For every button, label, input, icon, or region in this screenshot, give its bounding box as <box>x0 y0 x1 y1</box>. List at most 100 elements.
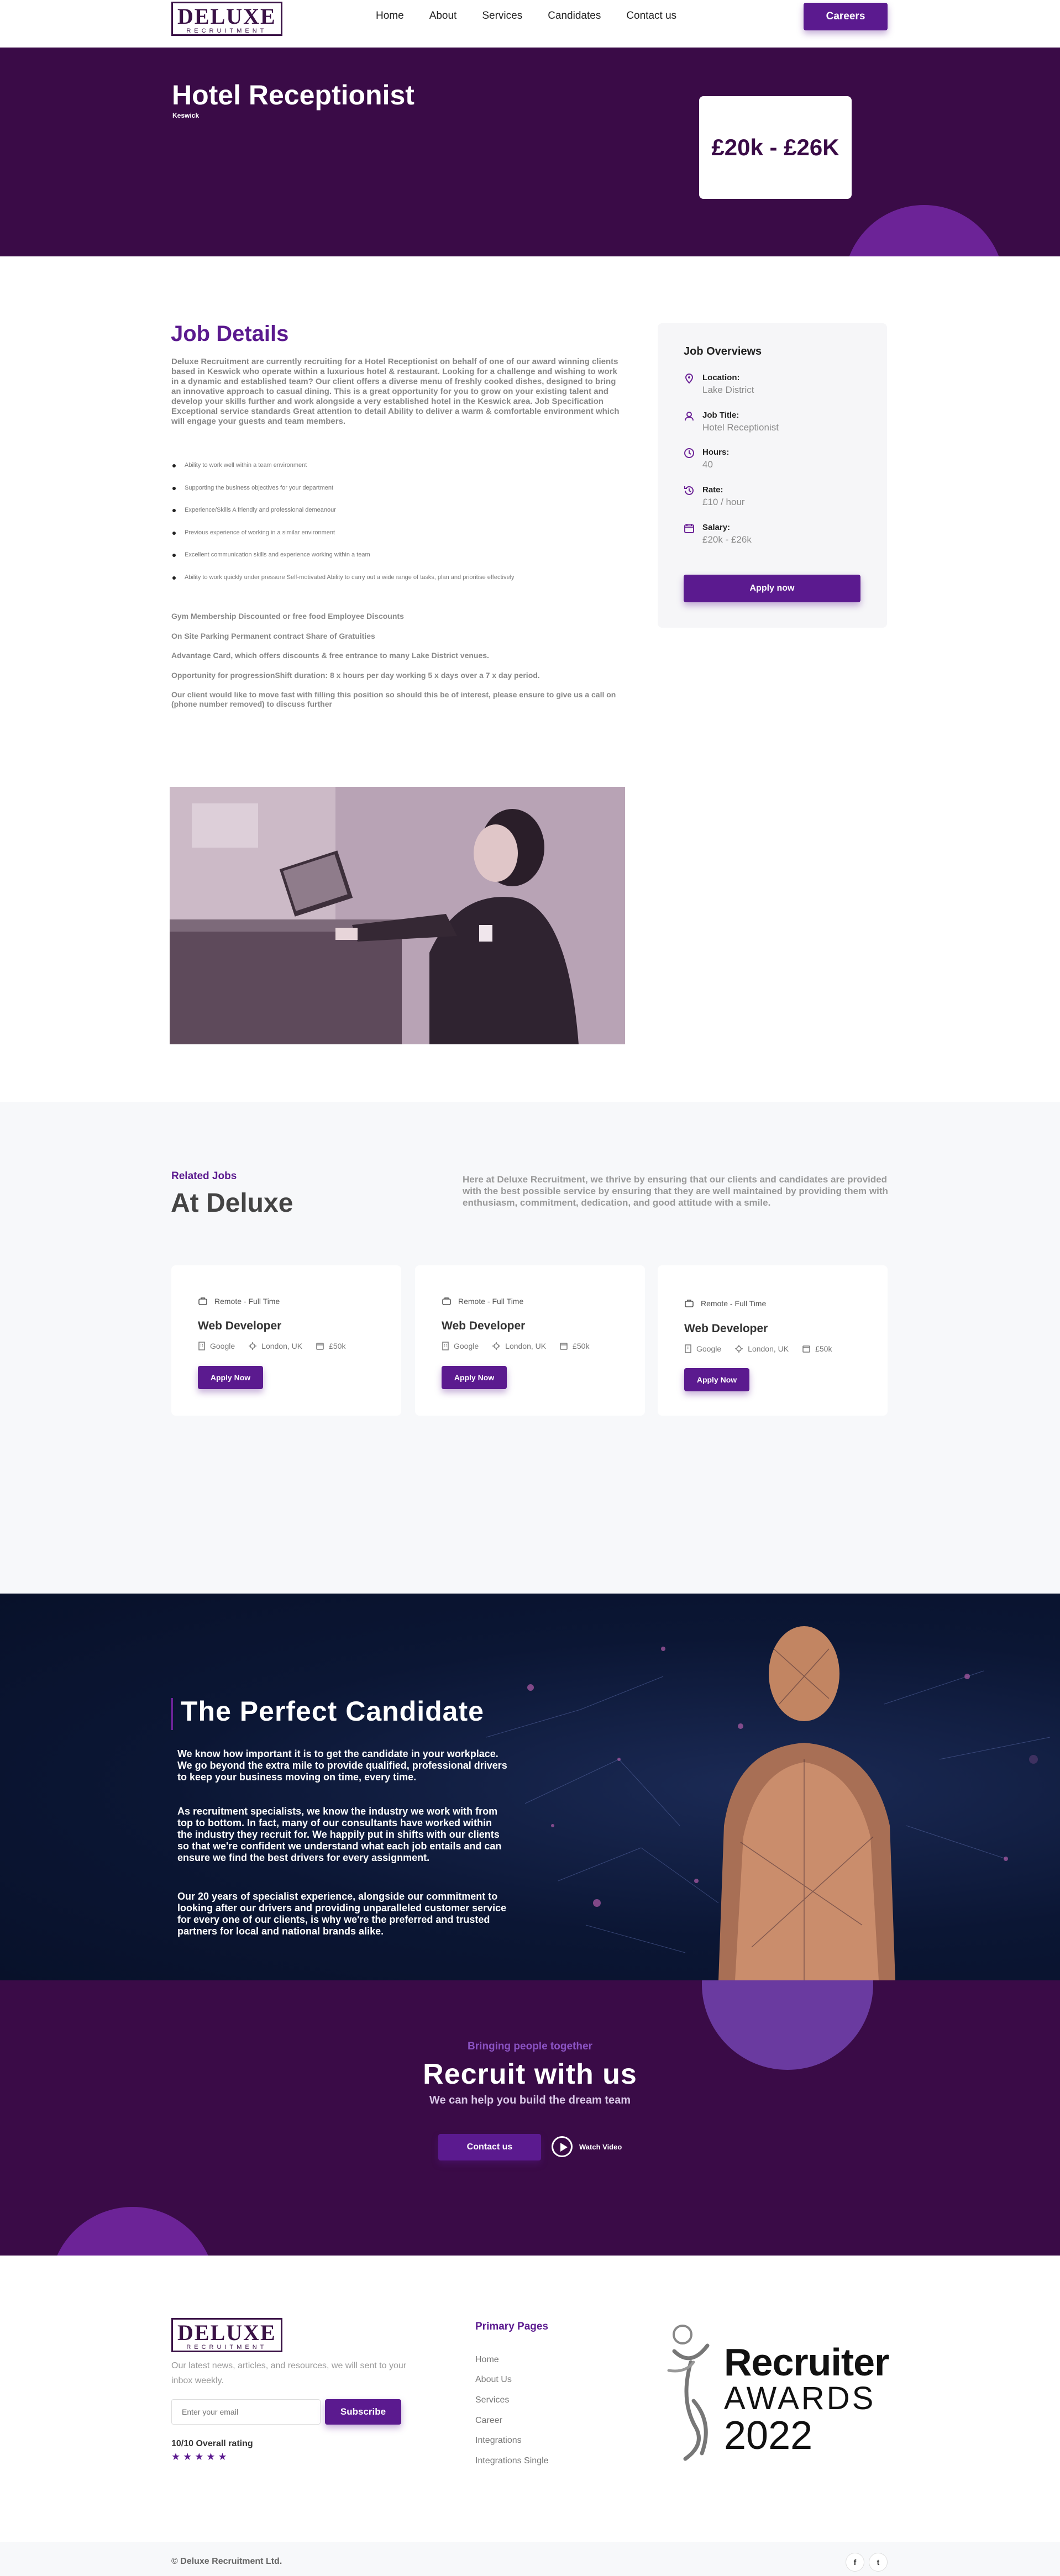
list-item: Excellent communication skills and exper… <box>171 551 630 574</box>
job-salary: £50k <box>316 1342 345 1350</box>
nav-services[interactable]: Services <box>482 10 522 22</box>
list-item: Supporting the business objectives for y… <box>171 485 630 507</box>
candidate-paragraph: We know how important it is to get the c… <box>177 1748 507 1783</box>
benefits-text: On Site Parking Permanent contract Share… <box>171 632 375 640</box>
job-requirements-list: Ability to work well within a team envir… <box>171 462 630 596</box>
job-card-title[interactable]: Web Developer <box>684 1322 768 1336</box>
recruit-subtitle: We can help you build the dream team <box>429 2094 631 2106</box>
careers-button[interactable]: Careers <box>804 3 888 30</box>
overview-heading: Job Overviews <box>684 345 762 358</box>
footer-link-home[interactable]: Home <box>475 2355 499 2365</box>
twitter-icon[interactable]: t <box>869 2553 888 2572</box>
recruit-kicker: Bringing people together <box>468 2041 592 2052</box>
briefcase-icon <box>685 1300 694 1307</box>
job-card[interactable]: Remote - Full Time Web Developer Google … <box>415 1265 645 1416</box>
history-icon <box>684 486 694 495</box>
salary-card: £20k - £26K <box>699 96 852 199</box>
trophy-figure-icon <box>667 2325 710 2461</box>
subscribe-button[interactable]: Subscribe <box>325 2399 401 2425</box>
company-name: Google <box>454 1342 479 1350</box>
email-field[interactable] <box>171 2399 321 2425</box>
job-card-meta: Google London, UK £50k <box>198 1342 345 1350</box>
watch-video-link[interactable]: Watch Video <box>552 2136 622 2157</box>
job-location: London, UK <box>248 1342 302 1350</box>
contact-note: Our client would like to move fast with … <box>171 690 616 708</box>
job-details-heading: Job Details <box>171 322 289 346</box>
user-icon <box>685 412 694 421</box>
apply-now-button[interactable]: Apply now <box>684 575 860 602</box>
star-rating-icons: ★★★★★ <box>171 2451 230 2462</box>
logo-text: DELUXE <box>177 4 276 29</box>
accent-bar <box>171 1698 173 1730</box>
job-company: Google <box>442 1342 479 1350</box>
decorative-circle <box>50 2207 216 2256</box>
overview-value: £10 / hour <box>702 497 745 507</box>
job-overview-panel: Job Overviews Location: Lake District Jo… <box>658 323 887 628</box>
footer-link-integrations[interactable]: Integrations <box>475 2436 522 2446</box>
footer-link-about[interactable]: About Us <box>475 2375 512 2385</box>
award-awards-text: AWARDS <box>724 2380 876 2416</box>
job-intro-text: Deluxe Recruitment are currently recruit… <box>171 357 620 426</box>
footer-link-career[interactable]: Career <box>475 2416 502 2426</box>
calendar-icon <box>802 1345 810 1353</box>
nav-home[interactable]: Home <box>376 10 404 22</box>
footer-link-services[interactable]: Services <box>475 2395 509 2405</box>
building-icon <box>198 1342 205 1350</box>
apply-now-button[interactable]: Apply Now <box>442 1366 507 1389</box>
building-icon <box>442 1342 449 1350</box>
overview-label: Rate: <box>702 485 723 495</box>
overview-label: Location: <box>702 373 740 382</box>
overview-value: 40 <box>702 459 713 470</box>
job-type: Remote - Full Time <box>198 1296 280 1306</box>
shift-text: Opportunity for progressionShift duratio… <box>171 671 540 680</box>
job-location: London, UK <box>734 1344 789 1353</box>
apply-now-button[interactable]: Apply Now <box>684 1368 749 1391</box>
nav-candidates[interactable]: Candidates <box>548 10 601 22</box>
crosshair-icon <box>735 1345 743 1353</box>
related-description: Here at Deluxe Recruitment, we thrive by… <box>463 1174 888 1208</box>
figure-silhouette <box>718 1626 895 1980</box>
site-header: DELUXE RECRUITMENT Home About Services C… <box>0 0 1060 48</box>
salary-value: £50k <box>815 1344 832 1353</box>
location-pin-icon <box>685 373 694 384</box>
job-salary: £50k <box>802 1344 832 1353</box>
primary-pages-heading: Primary Pages <box>475 2321 549 2332</box>
related-kicker: Related Jobs <box>171 1170 237 1182</box>
logo-subtext: RECRUITMENT <box>177 2344 276 2351</box>
company-name: Google <box>696 1344 722 1353</box>
footer-logo[interactable]: DELUXE RECRUITMENT <box>171 2318 282 2352</box>
list-item: Ability to work quickly under pressure S… <box>171 574 630 597</box>
deluxe-logo[interactable]: DELUXE RECRUITMENT <box>171 2 282 36</box>
job-title: Hotel Receptionist <box>172 80 414 111</box>
nav-contact[interactable]: Contact us <box>626 10 676 22</box>
recruit-section <box>0 1980 1060 2256</box>
job-card-title[interactable]: Web Developer <box>198 1319 281 1333</box>
recruiter-awards-badge: Recruiter AWARDS 2022 <box>663 2318 890 2462</box>
calendar-icon <box>560 1343 568 1350</box>
play-icon[interactable] <box>552 2136 573 2157</box>
location-name: London, UK <box>505 1342 547 1350</box>
copyright-text: © Deluxe Recruitment Ltd. <box>171 2557 282 2566</box>
logo-subtext: RECRUITMENT <box>177 28 276 34</box>
building-icon <box>685 1344 691 1353</box>
apply-now-button[interactable]: Apply Now <box>198 1366 263 1389</box>
footer-link-integrations-single[interactable]: Integrations Single <box>475 2456 549 2466</box>
facebook-icon[interactable]: f <box>846 2553 864 2572</box>
perfect-candidate-section <box>0 1594 1060 1980</box>
receptionist-illustration <box>170 787 625 1044</box>
contact-us-button[interactable]: Contact us <box>438 2134 541 2160</box>
job-company: Google <box>684 1344 721 1353</box>
briefcase-icon <box>198 1297 207 1305</box>
copyright-bar <box>0 2542 1060 2576</box>
job-card[interactable]: Remote - Full Time Web Developer Google … <box>658 1265 888 1416</box>
salary-value: £50k <box>329 1342 346 1350</box>
job-card[interactable]: Remote - Full Time Web Developer Google … <box>171 1265 401 1416</box>
overall-rating: 10/10 Overall rating <box>171 2439 253 2448</box>
award-recruiter-text: Recruiter <box>724 2341 889 2384</box>
receptionist-photo <box>170 787 625 1044</box>
list-item: Experience/Skills A friendly and profess… <box>171 507 630 529</box>
job-card-title[interactable]: Web Developer <box>442 1319 525 1333</box>
overview-value: £20k - £26k <box>702 534 752 545</box>
nav-about[interactable]: About <box>429 10 457 22</box>
calendar-icon <box>684 524 694 533</box>
